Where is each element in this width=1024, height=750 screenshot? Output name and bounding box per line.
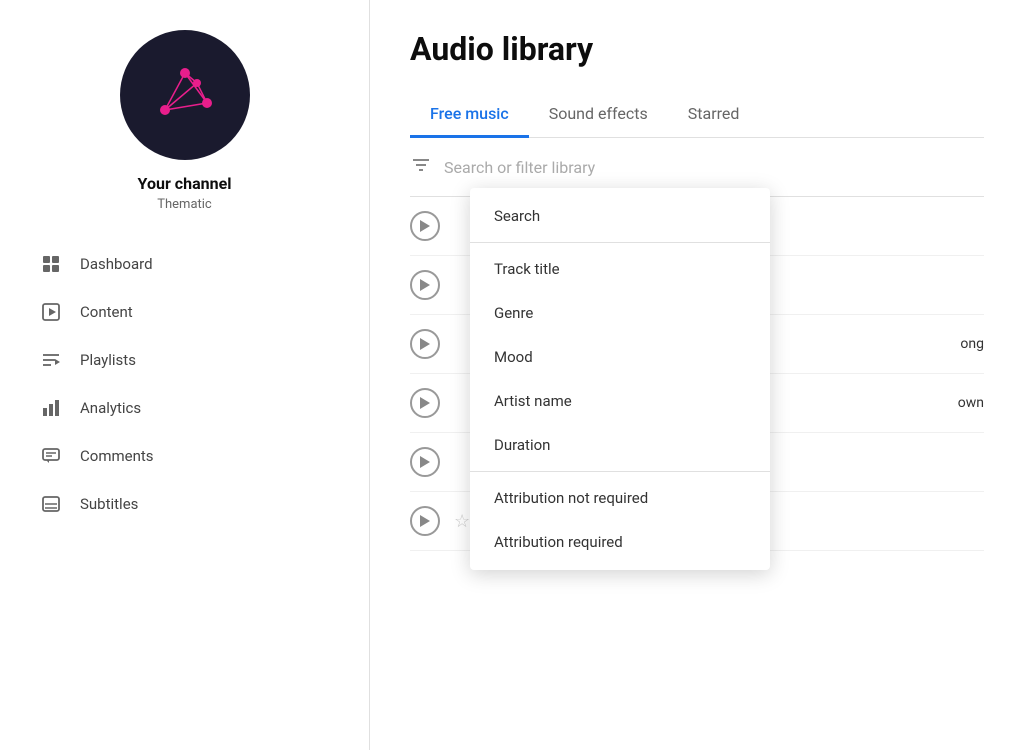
- sidebar-item-content[interactable]: Content: [0, 288, 369, 336]
- content-icon: [40, 301, 62, 323]
- tab-sound-effects[interactable]: Sound effects: [529, 92, 668, 138]
- playlists-icon: [40, 349, 62, 371]
- nav-list: Dashboard Content Playlists: [0, 240, 369, 528]
- tab-bar: Free music Sound effects Starred: [410, 92, 984, 138]
- main-content: Audio library Free music Sound effects S…: [370, 0, 1024, 750]
- track-partial-title: ong: [960, 336, 984, 352]
- sidebar-item-analytics-label: Analytics: [80, 399, 141, 417]
- filter-dropdown: Search Track title Genre Mood Artist nam…: [470, 188, 770, 570]
- dropdown-divider: [470, 242, 770, 243]
- dropdown-item-duration[interactable]: Duration: [470, 423, 770, 467]
- play-button[interactable]: [410, 506, 440, 536]
- dropdown-item-attribution-required[interactable]: Attribution required: [470, 520, 770, 564]
- dropdown-item-attribution-not-required[interactable]: Attribution not required: [470, 476, 770, 520]
- play-button[interactable]: [410, 270, 440, 300]
- dropdown-item-track-title[interactable]: Track title: [470, 247, 770, 291]
- tab-starred[interactable]: Starred: [668, 92, 760, 138]
- comments-icon: [40, 445, 62, 467]
- subtitles-icon: [40, 493, 62, 515]
- sidebar-item-analytics[interactable]: Analytics: [0, 384, 369, 432]
- dashboard-icon: [40, 253, 62, 275]
- tab-free-music[interactable]: Free music: [410, 92, 529, 138]
- sidebar-item-comments[interactable]: Comments: [0, 432, 369, 480]
- dropdown-item-genre[interactable]: Genre: [470, 291, 770, 335]
- sidebar-item-dashboard[interactable]: Dashboard: [0, 240, 369, 288]
- dropdown-item-artist-name[interactable]: Artist name: [470, 379, 770, 423]
- play-button[interactable]: [410, 388, 440, 418]
- filter-icon: [410, 154, 432, 180]
- track-partial-title: own: [958, 395, 984, 411]
- channel-logo-icon: [145, 55, 225, 135]
- sidebar-item-playlists-label: Playlists: [80, 351, 136, 369]
- sidebar-item-playlists[interactable]: Playlists: [0, 336, 369, 384]
- dropdown-item-search[interactable]: Search: [470, 194, 770, 238]
- sidebar-item-dashboard-label: Dashboard: [80, 255, 153, 273]
- search-placeholder: Search or filter library: [444, 158, 595, 177]
- sidebar: Your channel Thematic Dashboard Con: [0, 0, 370, 750]
- channel-name: Your channel: [138, 174, 232, 193]
- play-button[interactable]: [410, 447, 440, 477]
- sidebar-item-subtitles[interactable]: Subtitles: [0, 480, 369, 528]
- star-icon[interactable]: ☆: [454, 511, 470, 532]
- sidebar-item-subtitles-label: Subtitles: [80, 495, 138, 513]
- play-button[interactable]: [410, 329, 440, 359]
- sidebar-item-comments-label: Comments: [80, 447, 154, 465]
- channel-avatar: [120, 30, 250, 160]
- dropdown-divider-2: [470, 471, 770, 472]
- channel-subtitle: Thematic: [157, 197, 212, 212]
- sidebar-item-content-label: Content: [80, 303, 133, 321]
- dropdown-item-mood[interactable]: Mood: [470, 335, 770, 379]
- analytics-icon: [40, 397, 62, 419]
- page-title: Audio library: [410, 30, 984, 68]
- play-button[interactable]: [410, 211, 440, 241]
